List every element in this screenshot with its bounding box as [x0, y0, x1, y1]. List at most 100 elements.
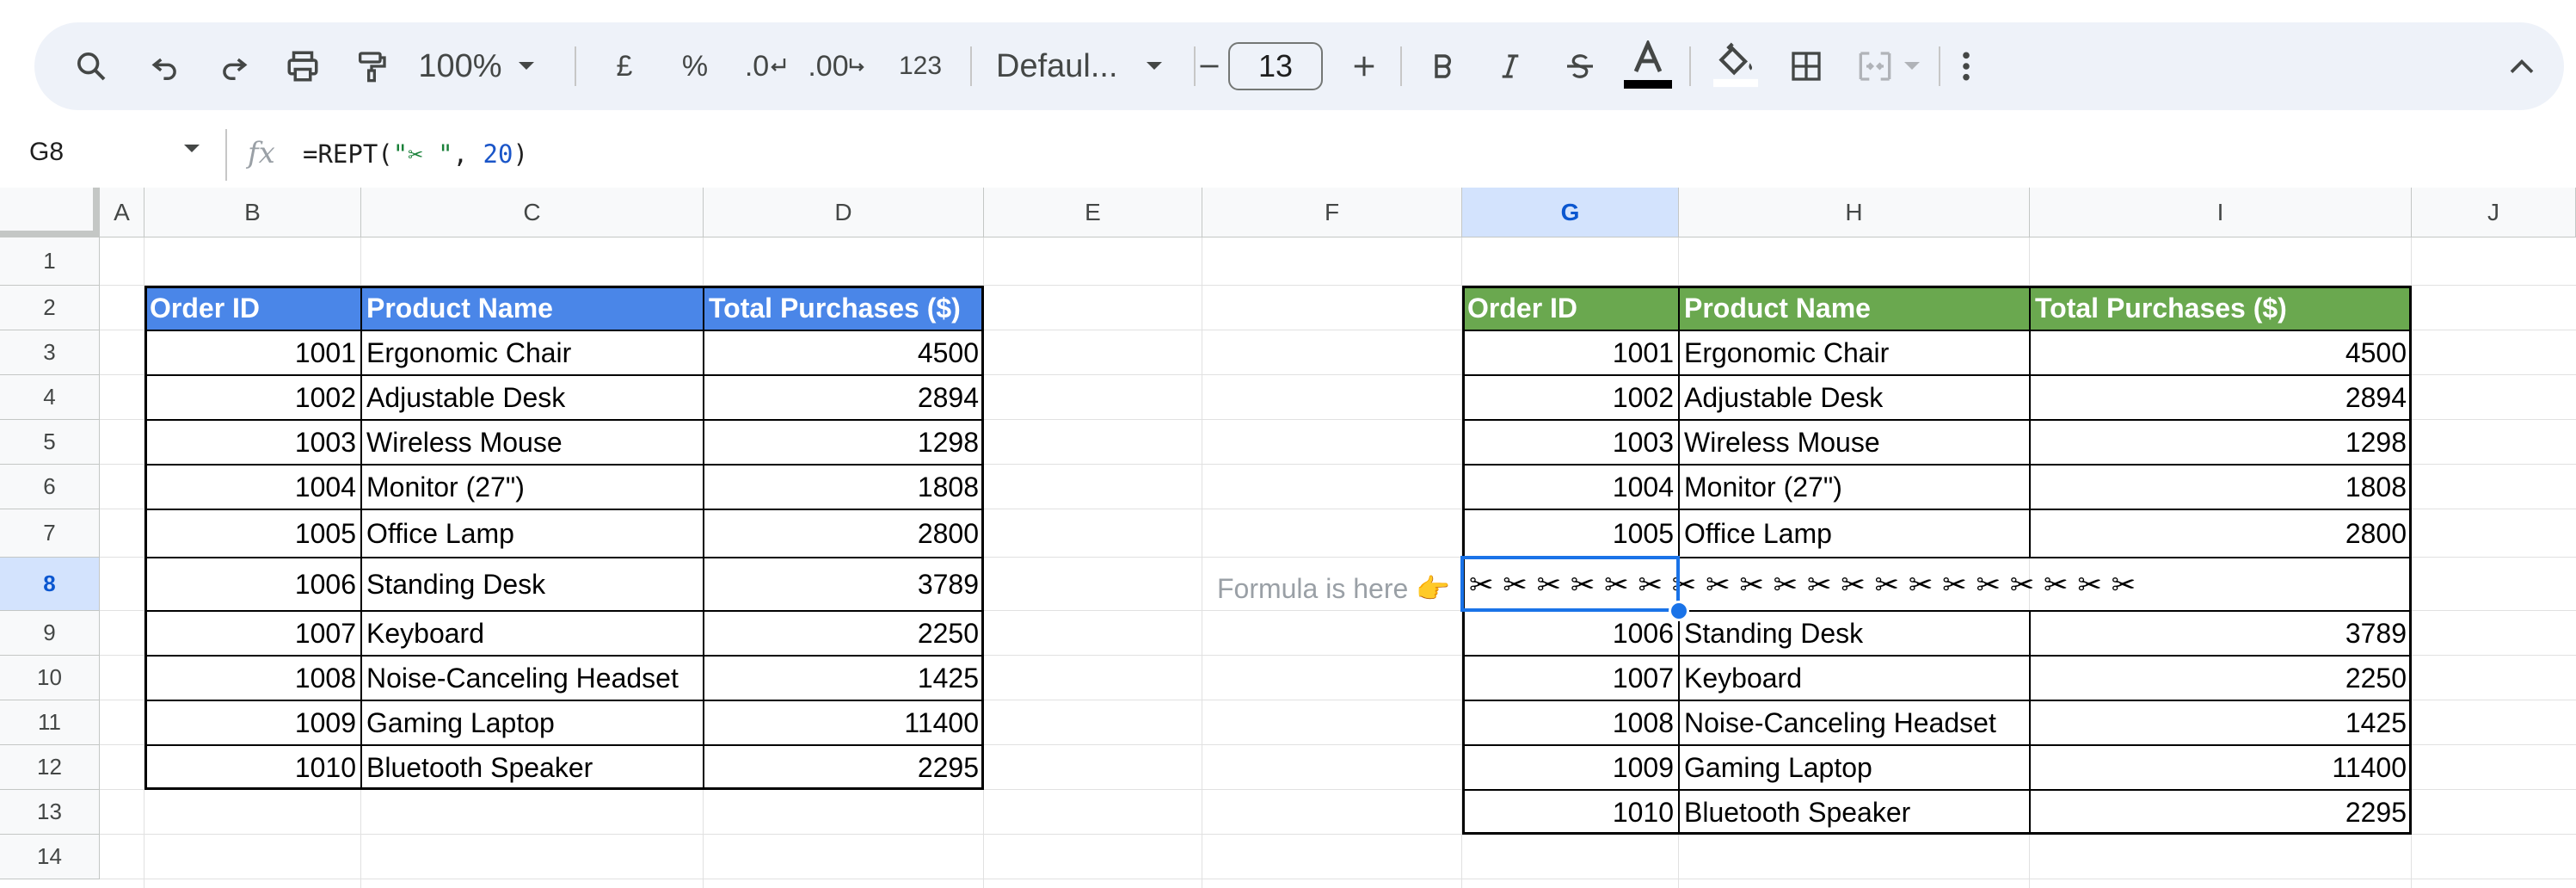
left-table-total[interactable]: 2800 [704, 509, 984, 558]
left-table-product-name[interactable]: Ergonomic Chair [361, 330, 704, 375]
column-header-f[interactable]: F [1202, 188, 1462, 237]
left-table-order-id[interactable]: 1005 [144, 509, 361, 558]
left-table-product-name[interactable]: Wireless Mouse [361, 420, 704, 465]
italic-icon[interactable] [1490, 22, 1531, 110]
row-header-11[interactable]: 11 [0, 700, 100, 745]
right-table-total[interactable]: 11400 [2030, 745, 2412, 790]
name-box-dropdown-icon[interactable] [182, 143, 201, 159]
right-table-product-name[interactable]: Bluetooth Speaker [1679, 790, 2030, 835]
row-header-1[interactable]: 1 [0, 237, 100, 286]
fill-color-icon[interactable] [1710, 22, 1761, 110]
left-table-total[interactable]: 4500 [704, 330, 984, 375]
active-cell-selection[interactable] [1460, 556, 1680, 612]
strikethrough-icon[interactable] [1557, 22, 1603, 110]
formula-input[interactable]: =REPT("✂ ", 20) [303, 139, 528, 169]
paint-format-icon[interactable] [349, 22, 394, 110]
column-header-a[interactable]: A [100, 188, 144, 237]
left-table-product-name[interactable]: Adjustable Desk [361, 375, 704, 420]
left-table-total[interactable]: 3789 [704, 558, 984, 611]
left-table-header[interactable]: Product Name [361, 286, 704, 330]
name-box[interactable]: G8 [29, 138, 64, 167]
right-table-product-name[interactable]: Monitor (27") [1679, 465, 2030, 509]
left-table-total[interactable]: 1425 [704, 656, 984, 700]
left-table-order-id[interactable]: 1004 [144, 465, 361, 509]
search-menus-icon[interactable] [69, 22, 114, 110]
left-table-total[interactable]: 2894 [704, 375, 984, 420]
left-table-order-id[interactable]: 1010 [144, 745, 361, 790]
left-table-order-id[interactable]: 1008 [144, 656, 361, 700]
column-header-b[interactable]: B [144, 188, 361, 237]
right-table-product-name[interactable]: Noise-Canceling Headset [1679, 700, 2030, 745]
left-table-header[interactable]: Order ID [144, 286, 361, 330]
right-table-total[interactable]: 1425 [2030, 700, 2412, 745]
more-options-icon[interactable] [1949, 22, 1983, 110]
right-table-header[interactable]: Product Name [1679, 286, 2030, 330]
print-icon[interactable] [280, 22, 325, 110]
row-header-14[interactable]: 14 [0, 835, 100, 879]
font-dropdown-icon[interactable] [1139, 22, 1170, 110]
increase-font-size-icon[interactable] [1345, 22, 1383, 110]
row-header-7[interactable]: 7 [0, 509, 100, 558]
right-table-product-name[interactable]: Standing Desk [1679, 611, 2030, 656]
left-table-total[interactable]: 11400 [704, 700, 984, 745]
right-table-order-id[interactable]: 1008 [1462, 700, 1679, 745]
left-table-order-id[interactable]: 1001 [144, 330, 361, 375]
right-table-total[interactable]: 1808 [2030, 465, 2412, 509]
right-table-product-name[interactable]: Keyboard [1679, 656, 2030, 700]
right-table-product-name[interactable]: Office Lamp [1679, 509, 2030, 558]
row-header-6[interactable]: 6 [0, 465, 100, 509]
left-table-total[interactable]: 2250 [704, 611, 984, 656]
left-table-product-name[interactable]: Office Lamp [361, 509, 704, 558]
row-header-13[interactable]: 13 [0, 790, 100, 835]
left-table-total[interactable]: 1298 [704, 420, 984, 465]
right-table-order-id[interactable]: 1010 [1462, 790, 1679, 835]
font-size-input[interactable]: 13 [1228, 42, 1323, 90]
left-table-product-name[interactable]: Noise-Canceling Headset [361, 656, 704, 700]
percent-button[interactable]: % [674, 22, 716, 110]
left-table-product-name[interactable]: Keyboard [361, 611, 704, 656]
right-table-product-name[interactable]: Ergonomic Chair [1679, 330, 2030, 375]
decrease-decimal-button[interactable]: .0 [740, 22, 791, 110]
right-table-total[interactable]: 2800 [2030, 509, 2412, 558]
right-table-order-id[interactable]: 1001 [1462, 330, 1679, 375]
right-table-header[interactable]: Order ID [1462, 286, 1679, 330]
increase-decimal-button[interactable]: .00 [807, 22, 867, 110]
left-table-product-name[interactable]: Bluetooth Speaker [361, 745, 704, 790]
left-table-order-id[interactable]: 1003 [144, 420, 361, 465]
right-table-order-id[interactable]: 1007 [1462, 656, 1679, 700]
right-table-total[interactable]: 2894 [2030, 375, 2412, 420]
right-table-order-id[interactable]: 1009 [1462, 745, 1679, 790]
left-table-total[interactable]: 2295 [704, 745, 984, 790]
column-header-c[interactable]: C [361, 188, 704, 237]
column-header-h[interactable]: H [1679, 188, 2030, 237]
left-table-product-name[interactable]: Monitor (27") [361, 465, 704, 509]
bold-icon[interactable] [1423, 22, 1464, 110]
right-table-total[interactable]: 2250 [2030, 656, 2412, 700]
decrease-font-size-icon[interactable] [1194, 22, 1225, 110]
row-header-8[interactable]: 8 [0, 558, 100, 611]
borders-icon[interactable] [1784, 22, 1829, 110]
zoom-dropdown-icon[interactable] [509, 22, 544, 110]
font-family-select[interactable]: Defaul... [996, 22, 1134, 110]
freeze-row-handle[interactable] [0, 231, 100, 237]
row-header-3[interactable]: 3 [0, 330, 100, 375]
row-header-12[interactable]: 12 [0, 745, 100, 790]
left-table-order-id[interactable]: 1009 [144, 700, 361, 745]
column-header-i[interactable]: I [2030, 188, 2412, 237]
right-table-product-name[interactable]: Adjustable Desk [1679, 375, 2030, 420]
column-header-d[interactable]: D [704, 188, 984, 237]
column-header-e[interactable]: E [984, 188, 1202, 237]
row-header-9[interactable]: 9 [0, 611, 100, 656]
left-table-order-id[interactable]: 1006 [144, 558, 361, 611]
row-header-10[interactable]: 10 [0, 656, 100, 700]
redo-icon[interactable] [212, 22, 256, 110]
right-table-order-id[interactable]: 1003 [1462, 420, 1679, 465]
fill-handle[interactable] [1669, 601, 1689, 621]
row-header-4[interactable]: 4 [0, 375, 100, 420]
row-header-5[interactable]: 5 [0, 420, 100, 465]
column-header-g[interactable]: G [1462, 188, 1679, 237]
right-table-total[interactable]: 2295 [2030, 790, 2412, 835]
chevron-up-icon[interactable] [2501, 22, 2542, 110]
row-header-2[interactable]: 2 [0, 286, 100, 330]
left-table-product-name[interactable]: Standing Desk [361, 558, 704, 611]
